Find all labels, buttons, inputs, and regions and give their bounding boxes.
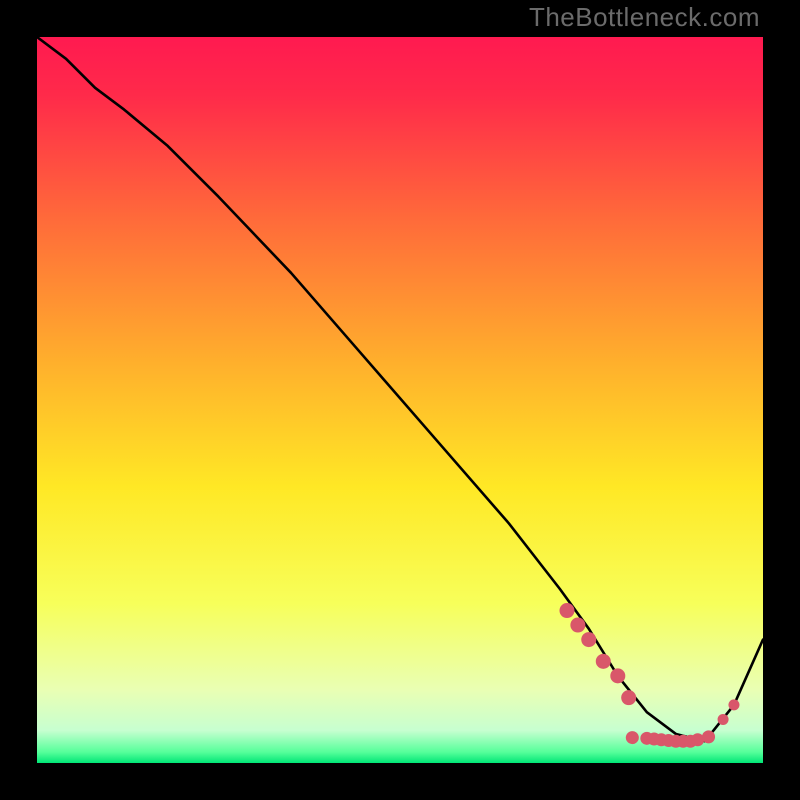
watermark-text: TheBottleneck.com — [529, 2, 760, 33]
chart-svg — [37, 37, 763, 763]
marker-dot — [728, 699, 739, 710]
marker-dot — [570, 618, 585, 633]
plot-area — [37, 37, 763, 763]
chart-stage: TheBottleneck.com — [0, 0, 800, 800]
marker-dot — [610, 668, 625, 683]
marker-dot — [702, 730, 715, 743]
marker-dot — [559, 603, 574, 618]
marker-dot — [718, 714, 729, 725]
marker-dot — [626, 731, 639, 744]
marker-dot — [596, 654, 611, 669]
marker-dot — [621, 690, 636, 705]
marker-dot — [691, 733, 704, 746]
marker-dot — [581, 632, 596, 647]
